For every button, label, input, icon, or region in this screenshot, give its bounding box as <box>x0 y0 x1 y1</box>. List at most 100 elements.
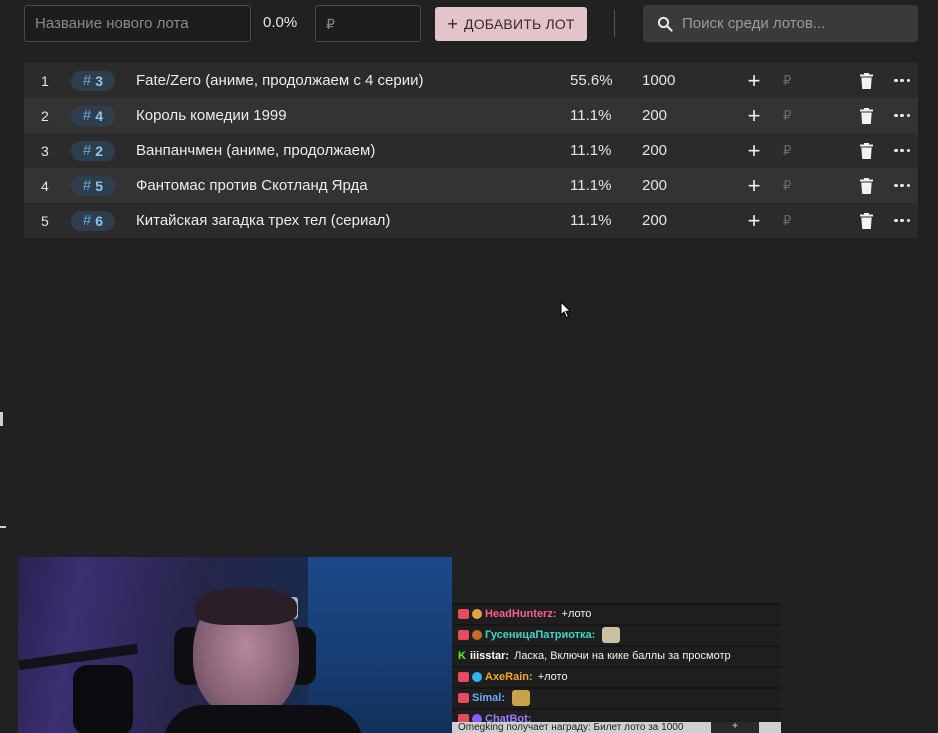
plus-icon: + <box>447 14 459 34</box>
lot-row[interactable]: 4 # 5 Фантомас против Скотланд Ярда 11.1… <box>24 168 918 203</box>
lot-percent: 11.1% <box>570 177 612 194</box>
live-badge-icon <box>458 693 469 704</box>
lot-row[interactable]: 2 # 4 Король комедии 1999 11.1% 200 + ₽ <box>24 98 918 133</box>
lot-row[interactable]: 5 # 6 Китайская загадка трех тел (сериал… <box>24 203 918 238</box>
edge-mark <box>0 412 3 426</box>
lot-id: 3 <box>95 72 104 89</box>
lot-index: 2 <box>41 107 49 124</box>
lot-index: 4 <box>41 177 49 194</box>
lot-row[interactable]: 1 # 3 Fate/Zero (аниме, продолжаем с 4 с… <box>24 63 918 98</box>
add-lot-label: ДОБАВИТЬ ЛОТ <box>464 16 575 32</box>
lot-title[interactable]: Китайская загадка трех тел (сериал) <box>136 212 390 229</box>
chat-message: Simal: <box>452 688 781 708</box>
chat-username[interactable]: AxeRain: <box>485 671 533 683</box>
more-horizontal-icon[interactable] <box>894 143 910 159</box>
search-box[interactable] <box>643 5 918 42</box>
lot-name-input[interactable] <box>24 5 251 42</box>
hash-icon: # <box>82 142 92 159</box>
chat-message: Kiiisstar: Ласка, Включи на кике баллы за… <box>452 646 781 666</box>
lot-amount: 200 <box>642 212 668 229</box>
emote-icon <box>512 690 531 707</box>
lot-row[interactable]: 3 # 2 Ванпанчмен (аниме, продолжаем) 11.… <box>24 133 918 168</box>
lot-id-badge: # 6 <box>71 210 115 231</box>
kick-icon: K <box>458 650 466 663</box>
mouse-cursor-icon <box>560 301 572 319</box>
chat-text: +лото <box>561 608 592 621</box>
webcam-feed <box>18 557 452 733</box>
hash-icon: # <box>82 107 92 124</box>
plus-icon[interactable]: + <box>746 139 762 161</box>
lot-percent: 11.1% <box>570 142 612 159</box>
more-horizontal-icon[interactable] <box>894 178 910 194</box>
chat-username[interactable]: ГусеницаПатриотка: <box>485 629 595 641</box>
ruble-icon[interactable]: ₽ <box>783 143 791 159</box>
lot-title[interactable]: Король комедии 1999 <box>136 107 287 124</box>
lot-amount: 200 <box>642 142 668 159</box>
hash-icon: # <box>82 212 92 229</box>
chat-text: +лото <box>537 671 568 684</box>
search-input[interactable] <box>682 15 902 32</box>
lot-percent: 11.1% <box>570 107 612 124</box>
chat-text: Ласка, Включи на кике баллы за просмотр <box>514 650 731 663</box>
lot-title[interactable]: Ванпанчмен (аниме, продолжаем) <box>136 142 375 159</box>
chat-username[interactable]: Simal: <box>472 692 505 704</box>
lot-percent: 11.1% <box>570 212 612 229</box>
trash-icon[interactable] <box>860 212 873 229</box>
more-horizontal-icon[interactable] <box>894 108 910 124</box>
user-badge-icon <box>472 609 482 620</box>
trash-icon[interactable] <box>860 177 873 194</box>
new-lot-percent: 0.0% <box>263 14 298 31</box>
ruble-icon[interactable]: ₽ <box>783 108 791 124</box>
lot-title[interactable]: Fate/Zero (аниме, продолжаем с 4 серии) <box>136 72 424 89</box>
edge-mark <box>0 526 6 528</box>
more-horizontal-icon[interactable] <box>894 213 910 229</box>
ruble-icon[interactable]: ₽ <box>783 73 791 89</box>
chat-message: HeadHunterz: +лото <box>452 604 781 624</box>
ruble-icon[interactable]: ₽ <box>783 178 791 194</box>
hash-icon: # <box>82 177 92 194</box>
lot-amount: 1000 <box>642 72 676 89</box>
lots-table: 1 # 3 Fate/Zero (аниме, продолжаем с 4 с… <box>24 63 918 238</box>
lot-index: 1 <box>41 72 49 89</box>
chat-plus-button[interactable]: + <box>711 722 759 733</box>
lot-id-badge: # 4 <box>71 105 115 126</box>
plus-icon[interactable]: + <box>746 104 762 126</box>
chat-message: AxeRain: +лото <box>452 667 781 687</box>
lot-index: 3 <box>41 142 49 159</box>
lot-id-badge: # 5 <box>71 175 115 196</box>
lot-id: 2 <box>95 142 104 159</box>
lot-title[interactable]: Фантомас против Скотланд Ярда <box>136 177 368 194</box>
plus-icon[interactable]: + <box>746 174 762 196</box>
live-badge-icon <box>458 630 469 641</box>
search-icon <box>657 16 673 32</box>
lot-index: 5 <box>41 212 49 229</box>
trash-icon[interactable] <box>860 72 873 89</box>
trash-icon[interactable] <box>860 142 873 159</box>
emote-icon <box>602 627 621 644</box>
user-badge-icon <box>472 630 482 641</box>
live-badge-icon <box>458 609 469 620</box>
lot-percent: 55.6% <box>570 72 613 89</box>
plus-icon[interactable]: + <box>746 209 762 231</box>
lot-amount: 200 <box>642 107 668 124</box>
live-badge-icon <box>458 672 469 683</box>
user-badge-icon <box>472 672 482 683</box>
lot-id: 6 <box>95 212 104 229</box>
lot-amount-input[interactable] <box>315 5 421 42</box>
add-lot-button[interactable]: + ДОБАВИТЬ ЛОТ <box>435 7 587 41</box>
trash-icon[interactable] <box>860 107 873 124</box>
chat-username[interactable]: HeadHunterz: <box>485 608 557 620</box>
lot-amount: 200 <box>642 177 668 194</box>
lot-id-badge: # 2 <box>71 140 115 161</box>
lot-id: 5 <box>95 177 104 194</box>
toolbar-divider <box>614 10 615 37</box>
chat-message: ГусеницаПатриотка: <box>452 625 781 645</box>
chat-username[interactable]: iiisstar: <box>470 650 509 662</box>
ruble-icon[interactable]: ₽ <box>783 213 791 229</box>
plus-icon[interactable]: + <box>746 69 762 91</box>
toolbar: 0.0% + ДОБАВИТЬ ЛОТ <box>0 0 938 46</box>
lot-id-badge: # 3 <box>71 70 115 91</box>
more-horizontal-icon[interactable] <box>894 73 910 89</box>
lot-id: 4 <box>95 107 104 124</box>
stream-chat: HeadHunterz: +лото ГусеницаПатриотка: Kiiis… <box>452 603 781 733</box>
